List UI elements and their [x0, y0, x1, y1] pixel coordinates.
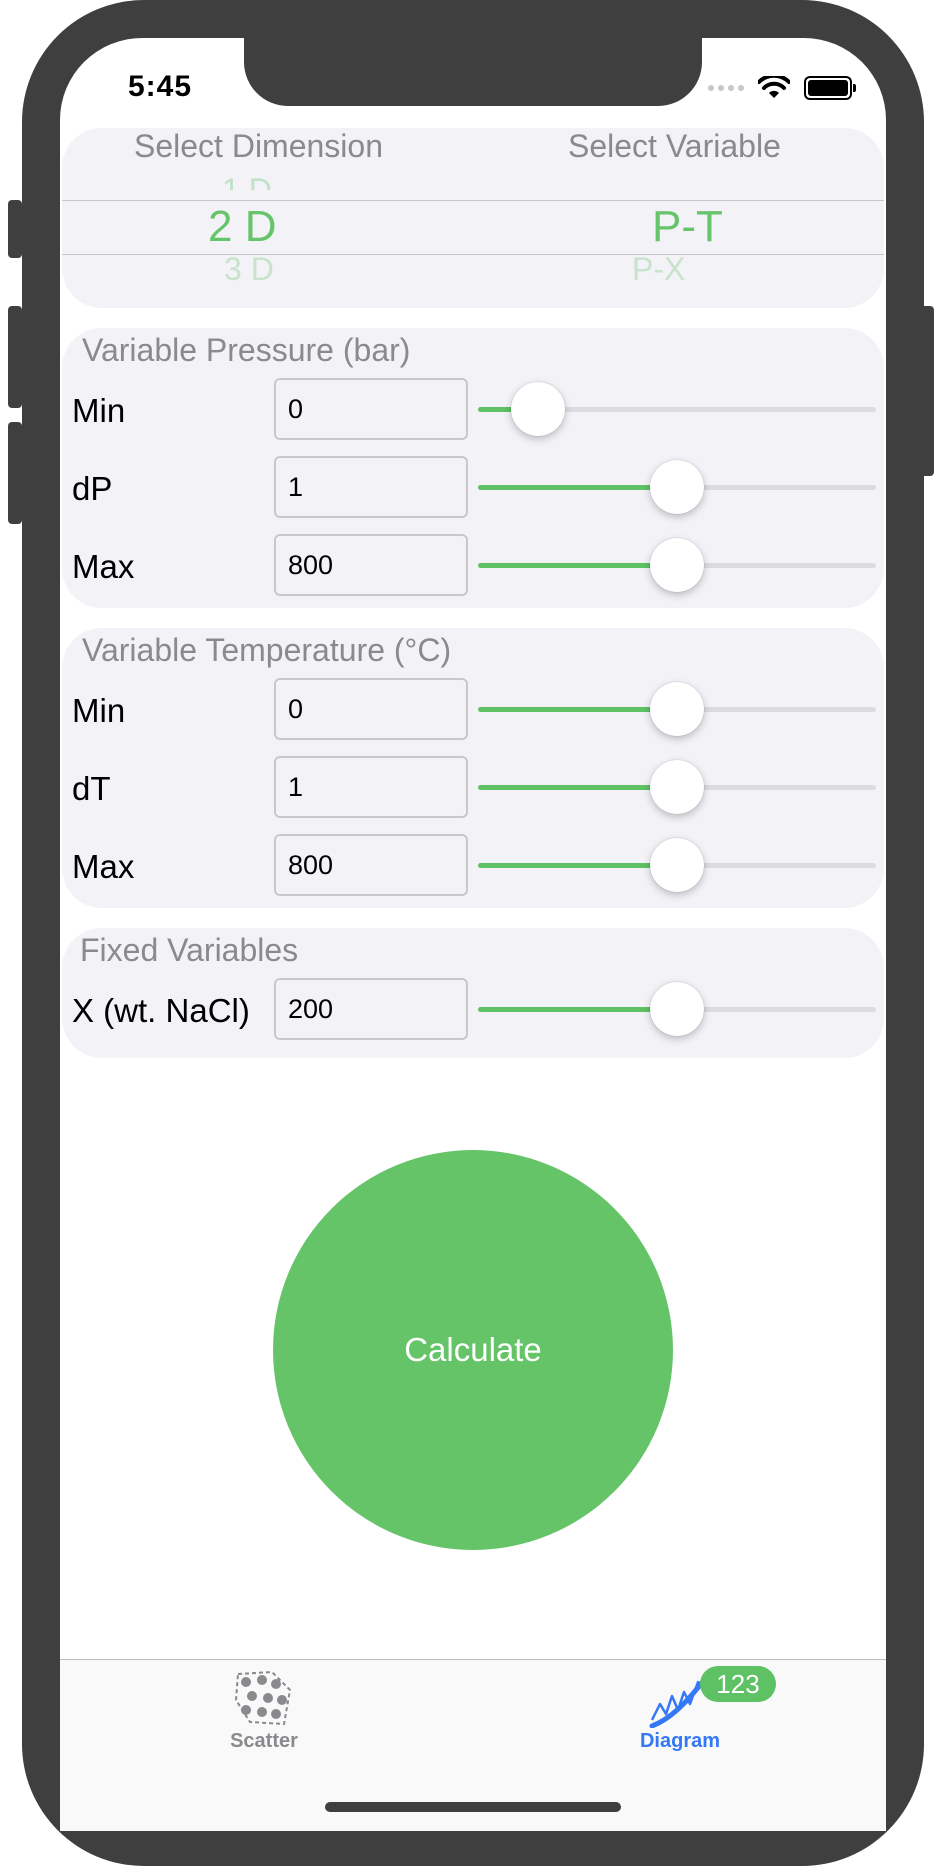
- nacl-label: X (wt. NaCl): [72, 992, 250, 1029]
- nacl-slider[interactable]: [478, 979, 876, 1039]
- picker-divider-top: [62, 200, 884, 201]
- dimension-variable-picker[interactable]: Select Dimension Select Variable 1 D 2 D…: [62, 128, 884, 308]
- volume-down-button: [8, 422, 22, 524]
- temperature-section-title: Variable Temperature (°C): [82, 632, 452, 668]
- slider-thumb[interactable]: [650, 760, 704, 814]
- status-time: 5:45: [128, 70, 193, 103]
- pressure-dp-slider[interactable]: [478, 457, 876, 517]
- tab-scatter[interactable]: Scatter: [164, 1670, 364, 1753]
- temperature-max-label: Max: [72, 848, 135, 885]
- select-dimension-header: Select Dimension: [134, 128, 383, 164]
- fixed-variables-section: Fixed Variables X (wt. NaCl) 200: [62, 928, 884, 1058]
- temperature-dt-label: dT: [72, 770, 111, 807]
- dimension-option-1d[interactable]: 1 D: [222, 166, 272, 190]
- pressure-min-field[interactable]: 0: [274, 378, 468, 440]
- mute-switch: [8, 200, 22, 258]
- picker-divider-bottom: [62, 254, 884, 255]
- tab-scatter-label: Scatter: [230, 1730, 298, 1752]
- slider-thumb[interactable]: [650, 682, 704, 736]
- signal-icon: [708, 85, 744, 91]
- slider-thumb[interactable]: [650, 460, 704, 514]
- dimension-option-selected[interactable]: 2 D: [208, 202, 276, 252]
- variable-option-selected[interactable]: P-T: [652, 202, 723, 252]
- wifi-icon: [758, 76, 790, 98]
- slider-thumb[interactable]: [511, 382, 565, 436]
- temperature-max-slider[interactable]: [478, 835, 876, 895]
- pressure-max-label: Max: [72, 548, 135, 585]
- pressure-min-slider[interactable]: [478, 379, 876, 439]
- volume-up-button: [8, 306, 22, 408]
- fixed-variables-title: Fixed Variables: [80, 932, 299, 968]
- diagram-badge: 123: [700, 1666, 776, 1702]
- select-variable-header: Select Variable: [568, 128, 781, 164]
- pressure-section-title: Variable Pressure (bar): [82, 332, 411, 368]
- pressure-dp-label: dP: [72, 470, 113, 507]
- slider-thumb[interactable]: [650, 538, 704, 592]
- pressure-max-field[interactable]: 800: [274, 534, 468, 596]
- pressure-dp-field[interactable]: 1: [274, 456, 468, 518]
- battery-icon: [804, 76, 856, 100]
- home-indicator: [325, 1802, 621, 1812]
- tab-diagram-label: Diagram: [639, 1730, 721, 1752]
- temperature-max-field[interactable]: 800: [274, 834, 468, 896]
- pressure-max-slider[interactable]: [478, 535, 876, 595]
- temperature-dt-slider[interactable]: [478, 757, 876, 817]
- temperature-section: Variable Temperature (°C) Min 0 dT 1 Max…: [62, 628, 884, 908]
- dimension-option-3d[interactable]: 3 D: [224, 256, 274, 282]
- pressure-min-label: Min: [72, 392, 126, 429]
- pressure-section: Variable Pressure (bar) Min 0 dP 1 Max 8…: [62, 328, 884, 608]
- notch: [244, 38, 702, 106]
- temperature-min-label: Min: [72, 692, 126, 729]
- variable-option-p-x[interactable]: P-X: [632, 256, 685, 282]
- temperature-min-slider[interactable]: [478, 679, 876, 739]
- slider-thumb[interactable]: [650, 838, 704, 892]
- power-button: [920, 306, 934, 476]
- scatter-icon: [234, 1670, 292, 1726]
- temperature-dt-field[interactable]: 1: [274, 756, 468, 818]
- status-icons: [708, 76, 856, 100]
- calculate-button[interactable]: Calculate: [273, 1150, 673, 1550]
- nacl-field[interactable]: 200: [274, 978, 468, 1040]
- slider-thumb[interactable]: [650, 982, 704, 1036]
- temperature-min-field[interactable]: 0: [274, 678, 468, 740]
